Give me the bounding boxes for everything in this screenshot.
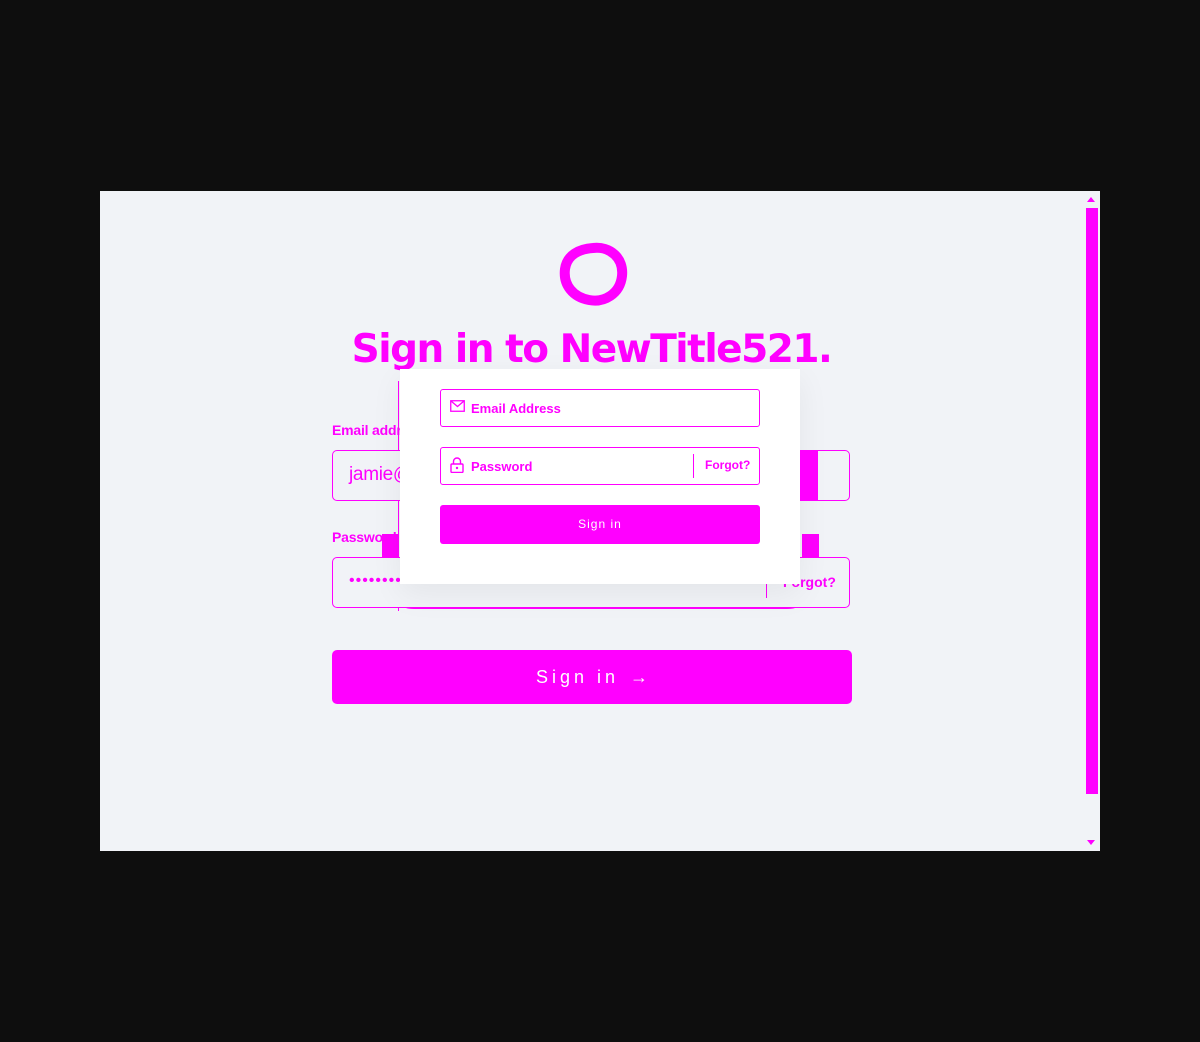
scroll-up-icon[interactable] [1087,197,1095,202]
page-title: Sign in to NewTitle521. [351,327,833,372]
password-label: Password [332,529,397,545]
vertical-scrollbar[interactable] [1084,191,1100,851]
popup-email-field[interactable]: Email Address [440,389,760,427]
mail-icon [450,400,465,412]
sign-in-button[interactable]: Sign in → [332,650,852,704]
scroll-down-icon[interactable] [1087,840,1095,845]
popup-password-placeholder: Password [471,459,533,474]
popup-email-placeholder: Email Address [471,401,561,416]
popup-password-field[interactable]: Password Forgot? [440,447,760,485]
browser-window: Sign in to NewTitle521. Email address ja… [100,191,1100,851]
popup-forgot-link[interactable]: Forgot? [705,458,750,472]
sign-in-label: Sign in [535,667,620,687]
scroll-thumb[interactable] [1086,208,1098,794]
popup-sign-in-button[interactable]: Sign in [440,505,760,544]
circle-logo-icon [559,242,628,306]
popup-field-divider [693,454,694,478]
arrow-right-icon: → [630,667,649,687]
popup-accent-bar [800,450,818,501]
lock-icon [450,457,464,473]
